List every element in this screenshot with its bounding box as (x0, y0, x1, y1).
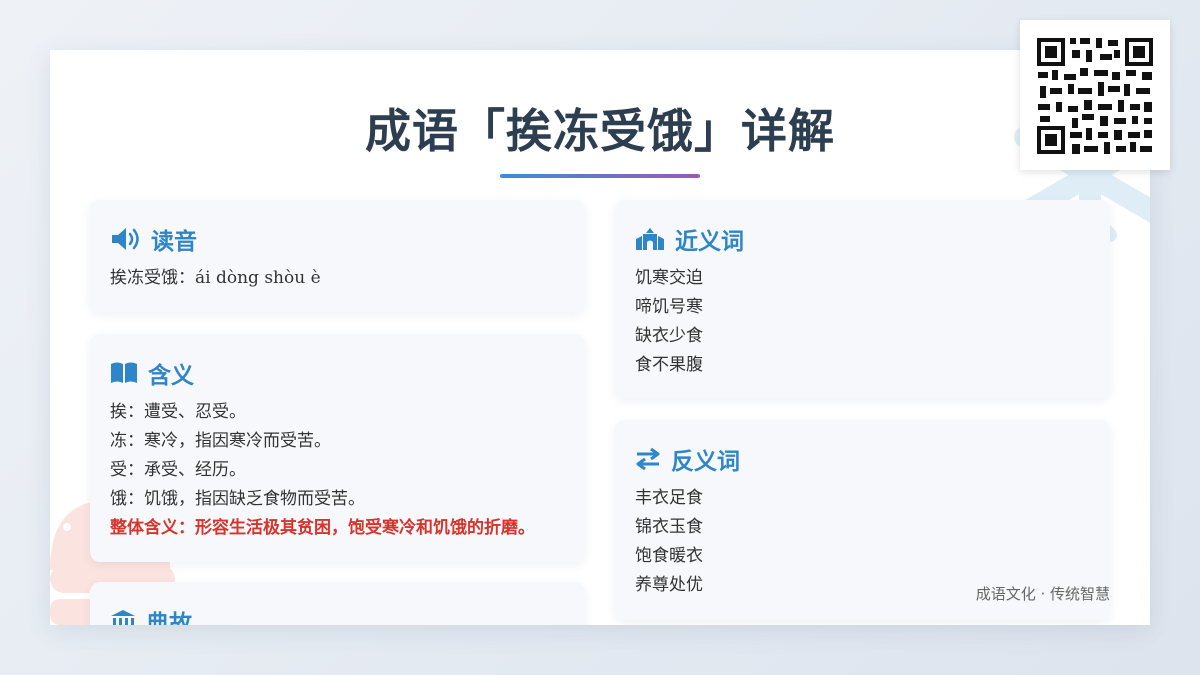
meaning-line: 饿：饥饿，指因缺乏食物而受苦。 (110, 489, 365, 509)
synonym-item: 缺衣少食 (635, 326, 703, 346)
pronunciation-heading: 读音 (151, 228, 197, 255)
pronunciation-card: 读音 挨冻受饿：ái dòng shòu è (90, 200, 585, 312)
meaning-line: 受：承受、经历。 (110, 460, 246, 480)
story-heading: 典故 (146, 610, 192, 625)
title-underline (500, 174, 700, 178)
pronunciation-text: 挨冻受饿：ái dòng shòu è (110, 268, 321, 288)
meaning-line: 冻：寒冷，指因寒冷而受苦。 (110, 431, 331, 451)
open-book-icon (111, 362, 137, 383)
page-title: 成语「挨冻受饿」详解 (365, 104, 835, 158)
synonym-item: 食不果腹 (635, 355, 703, 375)
meaning-summary: 整体含义：形容生活极其贫困，饱受寒冷和饥饿的折磨。 (110, 518, 535, 538)
swap-arrows-icon (636, 447, 660, 471)
qr-code (1020, 20, 1170, 170)
antonym-item: 锦衣玉食 (635, 517, 703, 537)
antonym-item: 饱食暖衣 (635, 546, 703, 566)
antonyms-heading: 反义词 (671, 448, 740, 475)
story-card: 典故 (90, 582, 585, 625)
meaning-heading: 含义 (148, 362, 194, 389)
footer-text: 成语文化 · 传统智慧 (975, 585, 1110, 603)
classical-building-icon (111, 610, 135, 625)
slide: 成语「挨冻受饿」详解 读音 挨冻受饿：ái dòng shòu è 含义 挨：遭… (50, 50, 1150, 625)
synonyms-heading: 近义词 (675, 228, 744, 255)
meaning-card: 含义 挨：遭受、忍受。 冻：寒冷，指因寒冷而受苦。 受：承受、经历。 饿：饥饿，… (90, 334, 585, 562)
synonyms-card: 近义词 饥寒交迫 啼饥号寒 缺衣少食 食不果腹 (615, 200, 1110, 398)
synonym-item: 饥寒交迫 (635, 268, 703, 288)
antonym-item: 丰衣足食 (635, 488, 703, 508)
synonym-item: 啼饥号寒 (635, 297, 703, 317)
speaker-icon (112, 228, 139, 250)
temple-icon (636, 228, 664, 250)
qr-code-icon (1036, 37, 1154, 155)
meaning-line: 挨：遭受、忍受。 (110, 402, 246, 422)
